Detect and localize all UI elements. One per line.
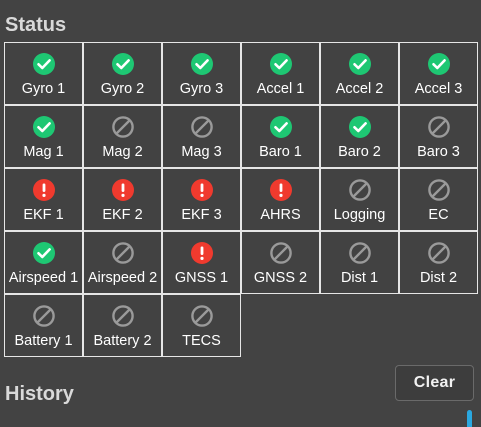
check-circle-icon xyxy=(348,116,371,138)
disabled-icon xyxy=(32,305,55,327)
status-cell-airspeed-1[interactable]: Airspeed 1 xyxy=(4,231,83,294)
disabled-icon xyxy=(190,116,213,138)
status-panel: Status Gyro 1 Gyro 2 Gyro 3 Accel 1 Accel 2 A… xyxy=(0,0,481,427)
status-cell-gnss-2[interactable]: GNSS 2 xyxy=(241,231,320,294)
alert-circle-icon xyxy=(111,179,134,201)
history-title: History xyxy=(5,383,74,405)
status-cell-baro-3[interactable]: Baro 3 xyxy=(399,105,478,168)
status-cell-gnss-1[interactable]: GNSS 1 xyxy=(162,231,241,294)
status-cell-label: EKF 3 xyxy=(181,207,222,223)
disabled-icon xyxy=(427,242,450,264)
status-title: Status xyxy=(5,14,67,36)
status-cell-label: Mag 2 xyxy=(102,144,143,160)
status-cell-gyro-1[interactable]: Gyro 1 xyxy=(4,42,83,105)
status-cell-label: EKF 2 xyxy=(102,207,143,223)
check-circle-icon xyxy=(427,53,450,75)
disabled-icon xyxy=(348,179,371,201)
status-cell-mag-2[interactable]: Mag 2 xyxy=(83,105,162,168)
alert-circle-icon xyxy=(269,179,292,201)
status-cell-accel-1[interactable]: Accel 1 xyxy=(241,42,320,105)
status-cell-label: Airspeed 2 xyxy=(87,270,158,286)
status-cell-gyro-3[interactable]: Gyro 3 xyxy=(162,42,241,105)
disabled-icon xyxy=(190,305,213,327)
disabled-icon xyxy=(348,242,371,264)
status-cell-tecs[interactable]: TECS xyxy=(162,294,241,357)
scrollbar-thumb[interactable] xyxy=(467,410,472,427)
status-cell-label: Accel 3 xyxy=(414,81,463,97)
status-cell-label: Mag 1 xyxy=(23,144,64,160)
status-cell-accel-3[interactable]: Accel 3 xyxy=(399,42,478,105)
status-cell-label: EKF 1 xyxy=(23,207,64,223)
disabled-icon xyxy=(111,116,134,138)
check-circle-icon xyxy=(269,53,292,75)
status-cell-label: Accel 1 xyxy=(256,81,305,97)
alert-circle-icon xyxy=(190,242,213,264)
check-circle-icon xyxy=(32,53,55,75)
status-cell-ahrs[interactable]: AHRS xyxy=(241,168,320,231)
alert-circle-icon xyxy=(32,179,55,201)
status-cell-mag-1[interactable]: Mag 1 xyxy=(4,105,83,168)
disabled-icon xyxy=(427,116,450,138)
status-cell-label: Airspeed 1 xyxy=(8,270,79,286)
check-circle-icon xyxy=(32,242,55,264)
check-circle-icon xyxy=(32,116,55,138)
status-cell-label: Baro 3 xyxy=(417,144,460,160)
status-cell-label: Battery 1 xyxy=(14,333,73,349)
status-cell-label: Mag 3 xyxy=(181,144,222,160)
disabled-icon xyxy=(427,179,450,201)
status-cell-label: GNSS 1 xyxy=(174,270,229,286)
status-cell-label: Gyro 2 xyxy=(100,81,145,97)
status-cell-label: Gyro 3 xyxy=(179,81,224,97)
status-cell-label: Dist 2 xyxy=(419,270,458,286)
check-circle-icon xyxy=(269,116,292,138)
status-cell-baro-2[interactable]: Baro 2 xyxy=(320,105,399,168)
status-cell-label: Gyro 1 xyxy=(21,81,66,97)
status-cell-label: GNSS 2 xyxy=(253,270,308,286)
status-cell-label: Logging xyxy=(333,207,386,223)
status-cell-baro-1[interactable]: Baro 1 xyxy=(241,105,320,168)
disabled-icon xyxy=(269,242,292,264)
status-cell-airspeed-2[interactable]: Airspeed 2 xyxy=(83,231,162,294)
clear-button[interactable]: Clear xyxy=(395,365,474,401)
disabled-icon xyxy=(111,242,134,264)
status-cell-label: EC xyxy=(428,207,449,223)
status-cell-dist-1[interactable]: Dist 1 xyxy=(320,231,399,294)
check-circle-icon xyxy=(348,53,371,75)
status-cell-gyro-2[interactable]: Gyro 2 xyxy=(83,42,162,105)
status-cell-label: AHRS xyxy=(260,207,301,223)
status-cell-logging[interactable]: Logging xyxy=(320,168,399,231)
status-cell-battery-1[interactable]: Battery 1 xyxy=(4,294,83,357)
status-cell-label: Accel 2 xyxy=(335,81,384,97)
check-circle-icon xyxy=(111,53,134,75)
disabled-icon xyxy=(111,305,134,327)
status-cell-ec[interactable]: EC xyxy=(399,168,478,231)
status-cell-label: Dist 1 xyxy=(340,270,379,286)
status-cell-mag-3[interactable]: Mag 3 xyxy=(162,105,241,168)
status-grid: Gyro 1 Gyro 2 Gyro 3 Accel 1 Accel 2 Accel 3 M… xyxy=(4,42,478,358)
status-cell-accel-2[interactable]: Accel 2 xyxy=(320,42,399,105)
check-circle-icon xyxy=(190,53,213,75)
status-cell-ekf-1[interactable]: EKF 1 xyxy=(4,168,83,231)
status-cell-battery-2[interactable]: Battery 2 xyxy=(83,294,162,357)
status-cell-ekf-3[interactable]: EKF 3 xyxy=(162,168,241,231)
alert-circle-icon xyxy=(190,179,213,201)
status-cell-label: Baro 2 xyxy=(338,144,381,160)
status-cell-ekf-2[interactable]: EKF 2 xyxy=(83,168,162,231)
status-cell-label: TECS xyxy=(182,333,221,349)
status-cell-label: Battery 2 xyxy=(93,333,152,349)
status-cell-dist-2[interactable]: Dist 2 xyxy=(399,231,478,294)
status-cell-label: Baro 1 xyxy=(259,144,302,160)
